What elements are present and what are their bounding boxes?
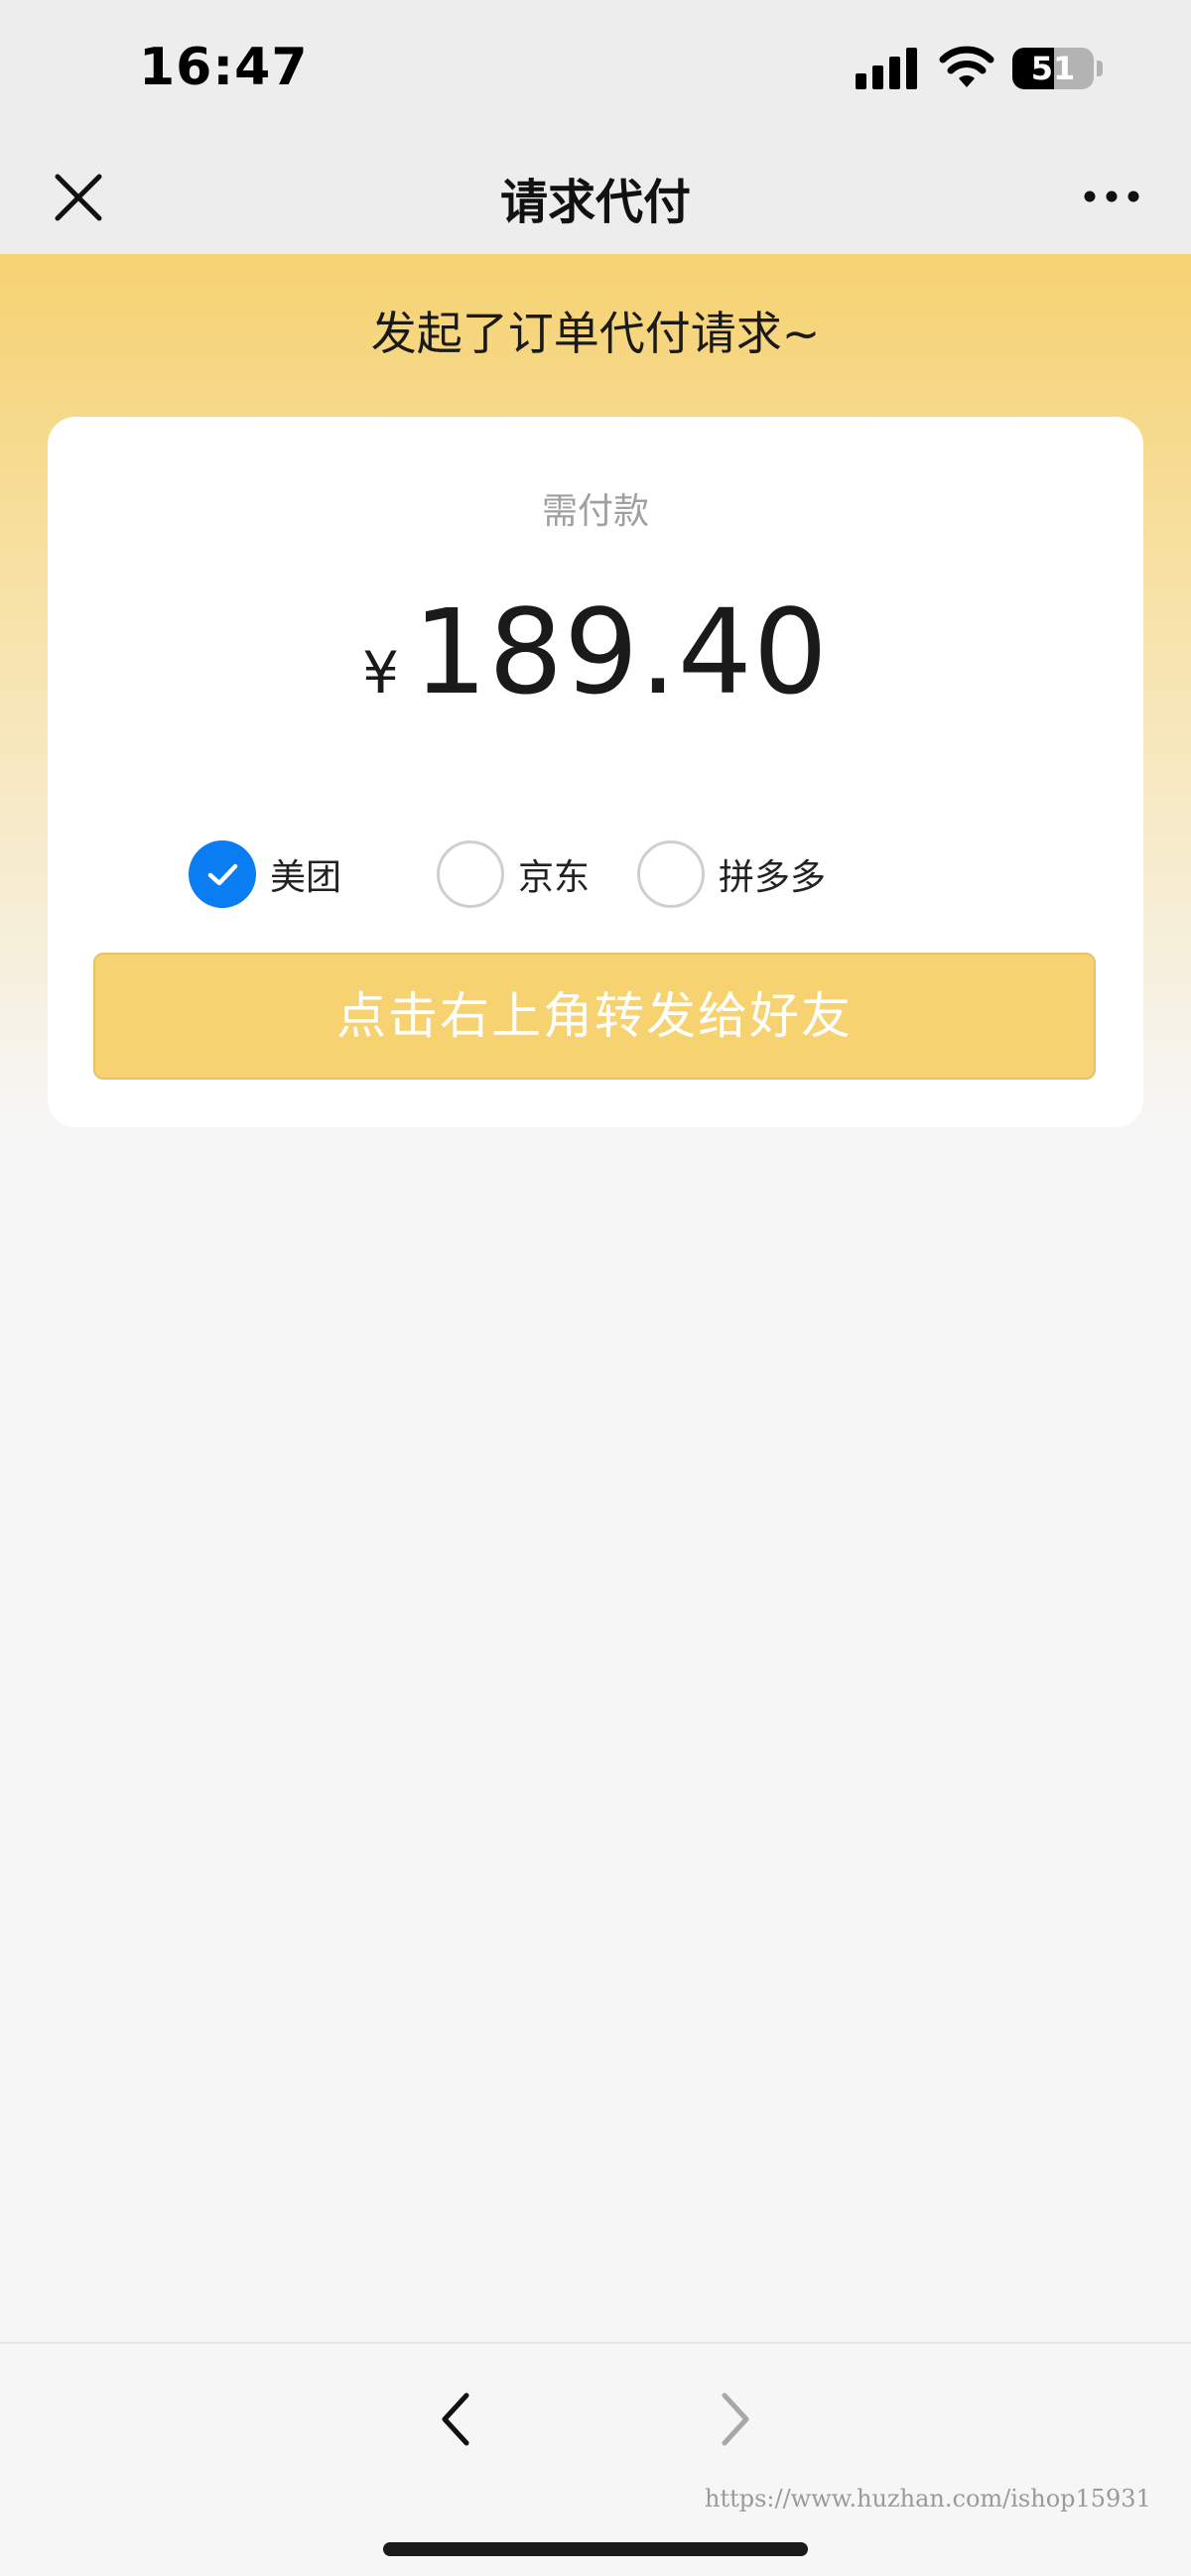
hero-title: 发起了订单代付请求~ bbox=[370, 307, 821, 360]
radio-checked[interactable] bbox=[189, 840, 256, 908]
page: 16:47 51 请求代付 发起了订单代付请求~ 需付款 ¥ 189.40 美团… bbox=[0, 0, 1191, 2576]
platform-option-pinduoduo[interactable]: 拼多多 bbox=[637, 839, 826, 909]
platform-label: 美团 bbox=[270, 857, 342, 898]
page-title: 请求代付 bbox=[499, 175, 691, 230]
battery-icon: 51 bbox=[1012, 48, 1094, 89]
battery-level: 51 bbox=[1030, 50, 1076, 87]
nav-bar: 请求代付 bbox=[0, 139, 1191, 254]
close-icon[interactable] bbox=[50, 169, 107, 226]
platform-label: 拼多多 bbox=[719, 857, 827, 898]
status-bar: 16:47 51 bbox=[0, 0, 1191, 139]
watermark-text: https://www.huzhan.com/ishop15931 bbox=[705, 2485, 1151, 2512]
status-time: 16:47 bbox=[139, 38, 309, 97]
currency-symbol: ¥ bbox=[362, 639, 399, 707]
bottom-toolbar: https://www.huzhan.com/ishop15931 bbox=[0, 2342, 1191, 2576]
chevron-left-icon[interactable] bbox=[431, 2389, 480, 2449]
amount-display: ¥189.40 bbox=[48, 583, 1143, 720]
wifi-icon bbox=[939, 46, 994, 87]
payment-card: 需付款 ¥189.40 美团 京东 拼多多 点击右上角转发给好友 bbox=[48, 417, 1143, 1127]
checkmark-icon bbox=[207, 863, 238, 886]
chevron-right-icon[interactable] bbox=[711, 2389, 760, 2449]
amount-value: 189.40 bbox=[413, 583, 829, 720]
platform-option-jd[interactable]: 京东 bbox=[437, 839, 590, 909]
platform-option-meituan[interactable]: 美团 bbox=[189, 839, 341, 909]
home-indicator bbox=[383, 2542, 808, 2556]
platform-label: 京东 bbox=[518, 857, 591, 898]
more-icon[interactable] bbox=[1084, 183, 1139, 210]
share-to-friend-button[interactable]: 点击右上角转发给好友 bbox=[93, 953, 1096, 1080]
radio-unchecked[interactable] bbox=[437, 840, 504, 908]
radio-unchecked[interactable] bbox=[637, 840, 705, 908]
signal-icon bbox=[856, 46, 919, 89]
battery-nub bbox=[1097, 61, 1103, 76]
pay-label: 需付款 bbox=[541, 491, 649, 532]
